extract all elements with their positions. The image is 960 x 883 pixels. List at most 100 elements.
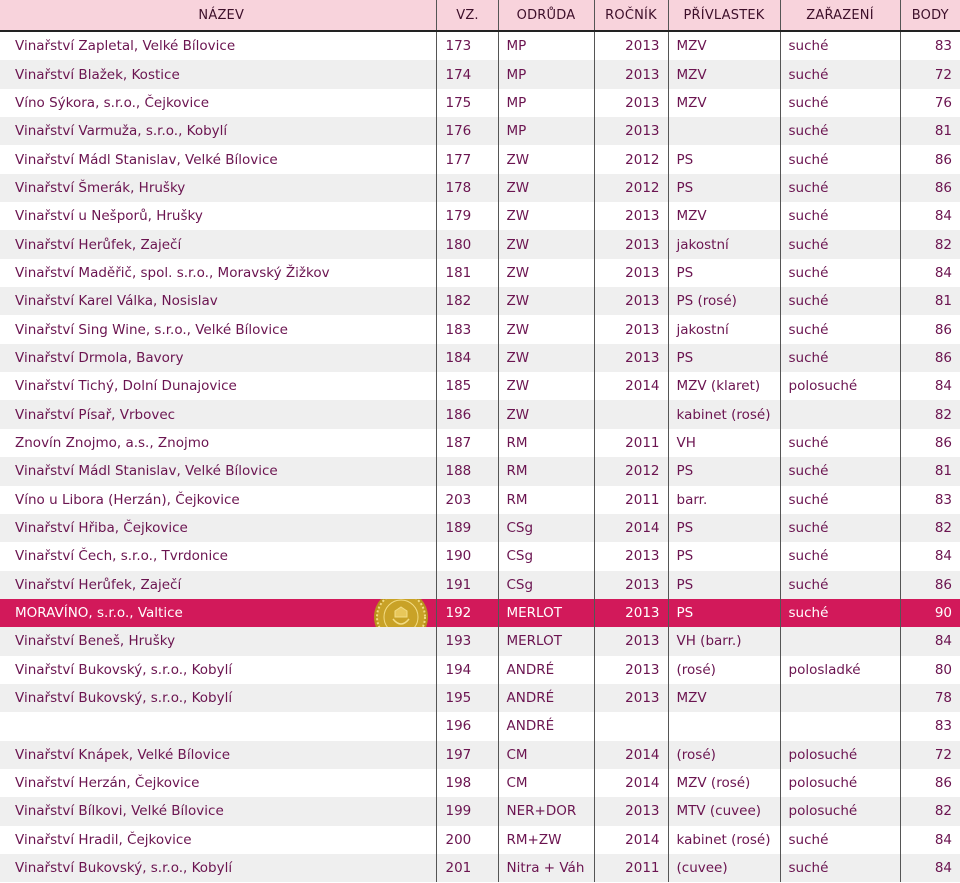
cell-vz: 195: [435, 683, 498, 713]
cell-rocnik: 2013: [593, 598, 668, 628]
cell-body: 86: [899, 343, 960, 373]
cell-nazev: Vinařství Šmerák, Hrušky: [0, 173, 436, 203]
cell-nazev: Vinařství Drmola, Bavory: [0, 343, 436, 373]
cell-rocnik: 2013: [593, 683, 668, 713]
cell-rocnik: 2013: [593, 88, 668, 118]
cell-nazev: Vinařství Sing Wine, s.r.o., Velké Bílov…: [15, 321, 288, 338]
header-zarazeni: ZAŘAZENÍ: [779, 0, 900, 32]
table-row: Vinařství Mádl Stanislav, Velké Bílovice…: [0, 457, 960, 486]
cell-vz: 199: [435, 797, 498, 826]
cell-rocnik: 2014: [593, 372, 668, 401]
cell-nazev: Vinařství Bílkovi, Velké Bílovice: [0, 797, 436, 826]
table-row: Vinařství Bílkovi, Velké Bílovice 199 NER+…: [0, 797, 960, 826]
cell-rocnik: 2011: [593, 428, 668, 458]
cell-privlastek: VH: [667, 428, 780, 458]
cell-rocnik: 2013: [593, 60, 668, 89]
cell-vz: 176: [435, 117, 498, 146]
header-rocnik: ROČNÍK: [593, 0, 668, 32]
cell-privlastek: MZV: [667, 202, 780, 231]
cell-body: 86: [899, 570, 960, 599]
cell-privlastek: PS: [667, 570, 780, 599]
cell-privlastek: (rosé): [667, 740, 780, 769]
cell-nazev: MORAVÍNO, s.r.o., Valtice: [0, 598, 436, 628]
table-row: Vinařství Drmola, Bavory 184 ZW 2013 PS suché…: [0, 343, 960, 373]
cell-zarazeni: suché: [779, 258, 900, 288]
cell-zarazeni: suché: [779, 542, 900, 571]
cell-odruda: ZW: [497, 372, 594, 401]
cell-zarazeni: [779, 683, 900, 713]
cell-odruda: RM: [497, 457, 594, 486]
table-row: Vinařství Šmerák, Hrušky 178 ZW 2012 PS suché…: [0, 173, 960, 203]
cell-body: 86: [899, 428, 960, 458]
cell-zarazeni: suché: [779, 457, 900, 486]
cell-privlastek: barr.: [667, 485, 780, 514]
cell-nazev: Vinařství Písař, Vrbovec: [0, 400, 436, 429]
table-row: MORAVÍNO, s.r.o., Valtice 192 MERLOT 2013 PS…: [0, 598, 960, 628]
cell-odruda: RM: [497, 485, 594, 514]
cell-vz: 203: [435, 485, 498, 514]
cell-zarazeni: suché: [779, 287, 900, 316]
table-row: Vinařství Beneš, Hrušky 193 MERLOT 2013 VH (…: [0, 627, 960, 656]
cell-odruda: ANDRÉ: [497, 655, 594, 684]
cell-odruda: ZW: [497, 230, 594, 259]
wine-results-table: NÁZEV VZ. ODRŮDA ROČNÍK PŘÍVLASTEK ZAŘAZ…: [0, 0, 960, 883]
cell-odruda: ZW: [497, 258, 594, 288]
header-body: BODY: [899, 0, 960, 32]
cell-vz: 177: [435, 145, 498, 174]
table-row: Vinařství Herzán, Čejkovice 198 CM 2014 MZV …: [0, 768, 960, 798]
cell-rocnik: [593, 400, 668, 429]
cell-body: 72: [899, 60, 960, 89]
cell-zarazeni: suché: [779, 513, 900, 543]
cell-vz: 190: [435, 542, 498, 571]
winner-name: MORAVÍNO, s.r.o., Valtice: [15, 605, 183, 622]
table-row: Vinařství Bukovský, s.r.o., Kobylí 201 Nit…: [0, 853, 960, 883]
cell-zarazeni: polosuché: [779, 372, 900, 401]
cell-nazev: Vinařství Bukovský, s.r.o., Kobylí: [0, 683, 436, 713]
table-row: Znovín Znojmo, a.s., Znojmo 187 RM 2011 VH su…: [0, 428, 960, 458]
cell-vz: 173: [435, 31, 498, 61]
cell-nazev: Vinařství Bukovský, s.r.o., Kobylí: [15, 661, 233, 678]
table-row: Vinařství Maděřič, spol. s.r.o., Moravsk…: [0, 258, 960, 288]
cell-odruda: ZW: [497, 202, 594, 231]
cell-odruda: ZW: [497, 400, 594, 429]
cell-body: 82: [899, 400, 960, 429]
cell-rocnik: [593, 712, 668, 741]
table-row: Vinařství Sing Wine, s.r.o., Velké Bílov…: [0, 315, 960, 344]
cell-nazev: Znovín Znojmo, a.s., Znojmo: [15, 434, 210, 451]
cell-zarazeni: suché: [779, 31, 900, 61]
cell-vz: 187: [435, 428, 498, 458]
cell-body: 90: [899, 598, 960, 628]
cell-rocnik: 2013: [593, 542, 668, 571]
table-row: Vinařství Blažek, Kostice 174 MP 2013 MZV suc…: [0, 60, 960, 89]
cell-vz: 188: [435, 457, 498, 486]
cell-vz: 185: [435, 372, 498, 401]
cell-vz: 175: [435, 88, 498, 118]
cell-rocnik: 2013: [593, 258, 668, 288]
cell-rocnik: 2013: [593, 315, 668, 344]
cell-privlastek: kabinet (rosé): [667, 400, 780, 429]
cell-nazev: Vinařství Bukovský, s.r.o., Kobylí: [0, 853, 436, 883]
table-row: Vinařství Herůfek, Zaječí 191 CSg 2013 PS suc…: [0, 570, 960, 599]
cell-privlastek: MZV (klaret): [667, 372, 780, 401]
cell-privlastek: PS: [667, 145, 780, 174]
cell-privlastek: (rosé): [667, 655, 780, 684]
table-row: Vinařství Bukovský, s.r.o., Kobylí 195 AND…: [0, 683, 960, 713]
cell-privlastek: VH (barr.): [667, 627, 780, 656]
cell-vz: 197: [435, 740, 498, 769]
cell-privlastek: MZV: [667, 31, 780, 61]
cell-odruda: NER+DOR: [497, 797, 594, 826]
cell-odruda: CM: [497, 740, 594, 769]
cell-nazev: Vinařství Herůfek, Zaječí: [0, 230, 436, 259]
cell-privlastek: MTV (cuvee): [667, 797, 780, 826]
cell-body: 72: [899, 740, 960, 769]
cell-rocnik: 2013: [593, 202, 668, 231]
cell-rocnik: 2013: [593, 570, 668, 599]
cell-privlastek: PS: [667, 457, 780, 486]
cell-body: 76: [899, 88, 960, 118]
cell-nazev: Vinařství Mádl Stanislav, Velké Bílovice: [15, 151, 278, 168]
table-row: Vinařství Písař, Vrbovec 186 ZW kabinet (ro…: [0, 400, 960, 429]
cell-rocnik: 2013: [593, 287, 668, 316]
header-vz: VZ.: [435, 0, 498, 32]
cell-body: 78: [899, 683, 960, 713]
cell-nazev: Vinařství Maděřič, spol. s.r.o., Moravsk…: [15, 264, 330, 281]
